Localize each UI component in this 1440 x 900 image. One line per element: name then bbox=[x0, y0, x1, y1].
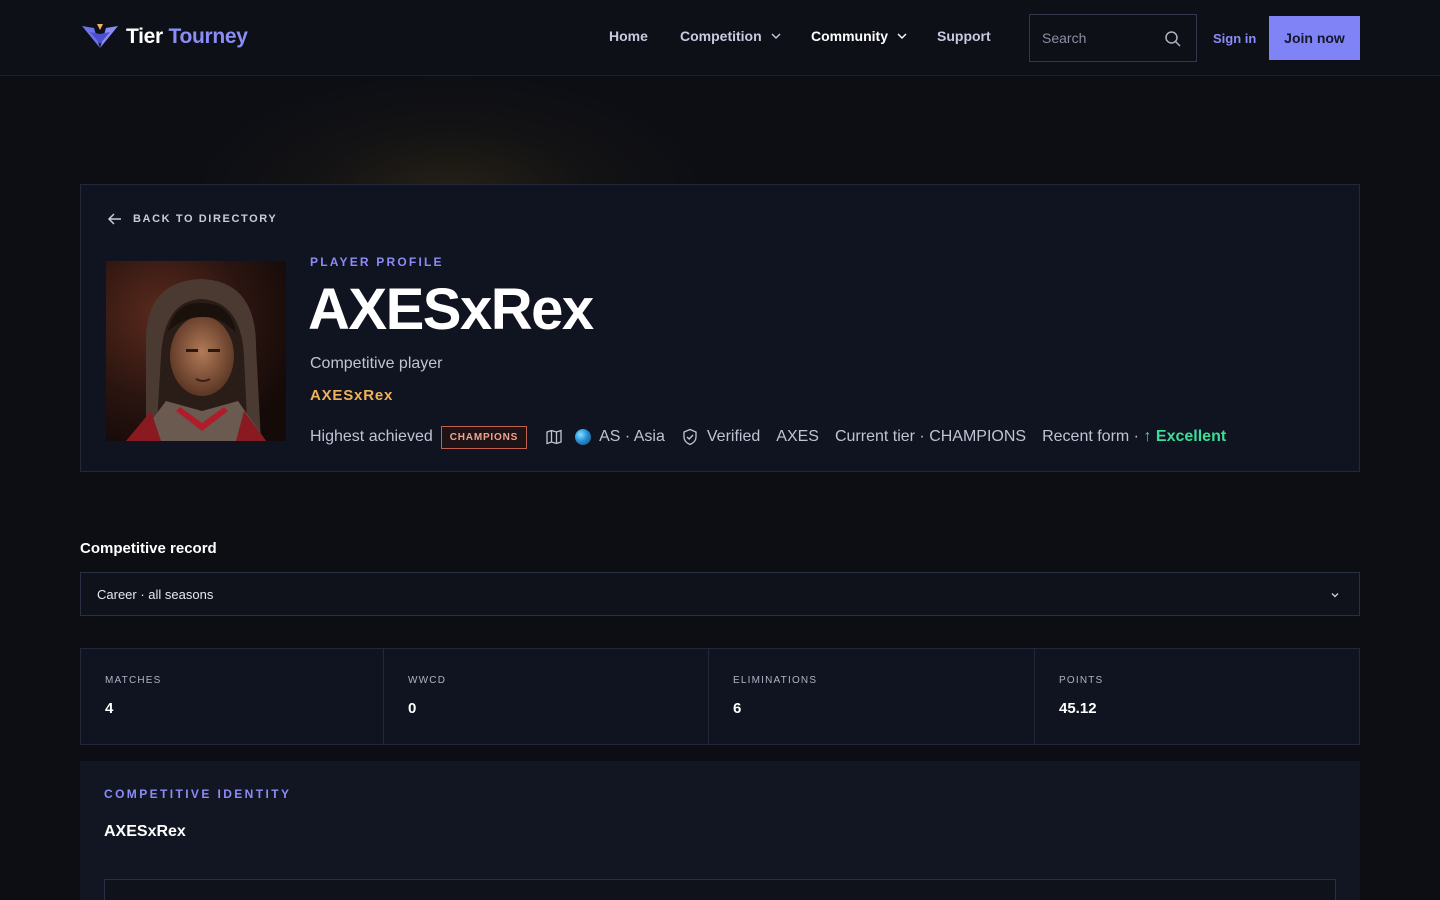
site-header: Tier Tourney Home Competition Community … bbox=[0, 0, 1440, 76]
recent-form: Recent form · ↑ Excellent bbox=[1042, 428, 1226, 446]
chevron-down-icon bbox=[897, 33, 907, 39]
nav-home[interactable]: Home bbox=[609, 28, 648, 44]
nav-support[interactable]: Support bbox=[937, 28, 991, 44]
recent-form-label: Recent form · bbox=[1042, 428, 1144, 445]
player-tag: AXESxRex bbox=[310, 387, 394, 404]
competitive-identity-card: COMPETITIVE IDENTITY AXESxRex bbox=[80, 761, 1360, 900]
nav-competition[interactable]: Competition bbox=[680, 28, 782, 44]
brand-name-part1: Tier bbox=[126, 25, 163, 48]
stat-label: ELIMINATIONS bbox=[733, 675, 818, 686]
verified-shield-icon bbox=[683, 428, 697, 446]
stat-value: 0 bbox=[408, 700, 417, 717]
identity-name: AXESxRex bbox=[104, 823, 186, 840]
nav-community-label: Community bbox=[811, 28, 888, 44]
back-label: BACK TO DIRECTORY bbox=[133, 213, 278, 225]
stat-matches: MATCHES 4 bbox=[81, 649, 384, 744]
identity-eyebrow: COMPETITIVE IDENTITY bbox=[104, 787, 292, 801]
tier-badge: CHAMPIONS bbox=[440, 425, 528, 449]
trend-up-icon: ↑ bbox=[1143, 428, 1152, 445]
highest-achieved-label: Highest achieved bbox=[310, 428, 433, 445]
stat-label: POINTS bbox=[1059, 675, 1104, 686]
season-select[interactable]: Career · all seasons bbox=[80, 572, 1360, 616]
brand-name: Tier Tourney bbox=[126, 25, 248, 49]
nav-community[interactable]: Community bbox=[811, 28, 908, 44]
globe-icon bbox=[575, 429, 592, 445]
identity-detail-panel bbox=[104, 879, 1336, 900]
back-to-directory-link[interactable]: BACK TO DIRECTORY bbox=[107, 211, 277, 227]
stat-eliminations: ELIMINATIONS 6 bbox=[709, 649, 1035, 744]
stat-value: 6 bbox=[733, 700, 742, 717]
chevron-down-icon bbox=[771, 33, 781, 39]
verified-label: Verified bbox=[706, 428, 761, 445]
stat-label: MATCHES bbox=[105, 675, 162, 686]
profile-eyebrow: PLAYER PROFILE bbox=[310, 255, 444, 269]
stat-value: 45.12 bbox=[1059, 700, 1097, 717]
player-avatar bbox=[106, 261, 286, 441]
current-tier: Current tier · CHAMPIONS bbox=[834, 428, 1027, 445]
stat-wwcd: WWCD 0 bbox=[384, 649, 709, 744]
player-meta-row: Highest achieved CHAMPIONS AS · Asia Ver… bbox=[310, 425, 1226, 449]
brand-name-part2: Tourney bbox=[168, 25, 248, 48]
player-role: Competitive player bbox=[310, 355, 443, 372]
player-region: AS · Asia bbox=[599, 428, 665, 445]
stat-value: 4 bbox=[105, 700, 114, 717]
player-team: AXES bbox=[776, 428, 819, 445]
sign-in-link[interactable]: Sign in bbox=[1213, 31, 1256, 46]
search-box bbox=[1029, 14, 1197, 62]
join-now-button[interactable]: Join now bbox=[1269, 16, 1360, 60]
stat-label: WWCD bbox=[408, 675, 447, 686]
stat-points: POINTS 45.12 bbox=[1035, 649, 1359, 744]
recent-form-value: Excellent bbox=[1155, 428, 1227, 445]
chevron-down-icon bbox=[1331, 593, 1339, 598]
nav-competition-label: Competition bbox=[680, 28, 762, 44]
search-input[interactable] bbox=[1042, 30, 1157, 46]
brand-logo[interactable]: Tier Tourney bbox=[80, 20, 248, 54]
player-portrait-image bbox=[106, 261, 286, 441]
player-name: AXESxRex bbox=[308, 277, 594, 342]
search-icon[interactable] bbox=[1164, 30, 1182, 48]
player-profile-card: BACK TO DIRECTORY PLAYER PROFILE AXESxRe… bbox=[80, 184, 1360, 472]
arrow-left-icon bbox=[107, 213, 121, 225]
competitive-record-title: Competitive record bbox=[80, 540, 217, 557]
tier-tourney-logo-icon bbox=[82, 24, 118, 48]
stats-panel: MATCHES 4 WWCD 0 ELIMINATIONS 6 POINTS 4… bbox=[80, 648, 1360, 745]
season-select-value: Career · all seasons bbox=[97, 586, 214, 602]
map-icon bbox=[546, 429, 562, 445]
